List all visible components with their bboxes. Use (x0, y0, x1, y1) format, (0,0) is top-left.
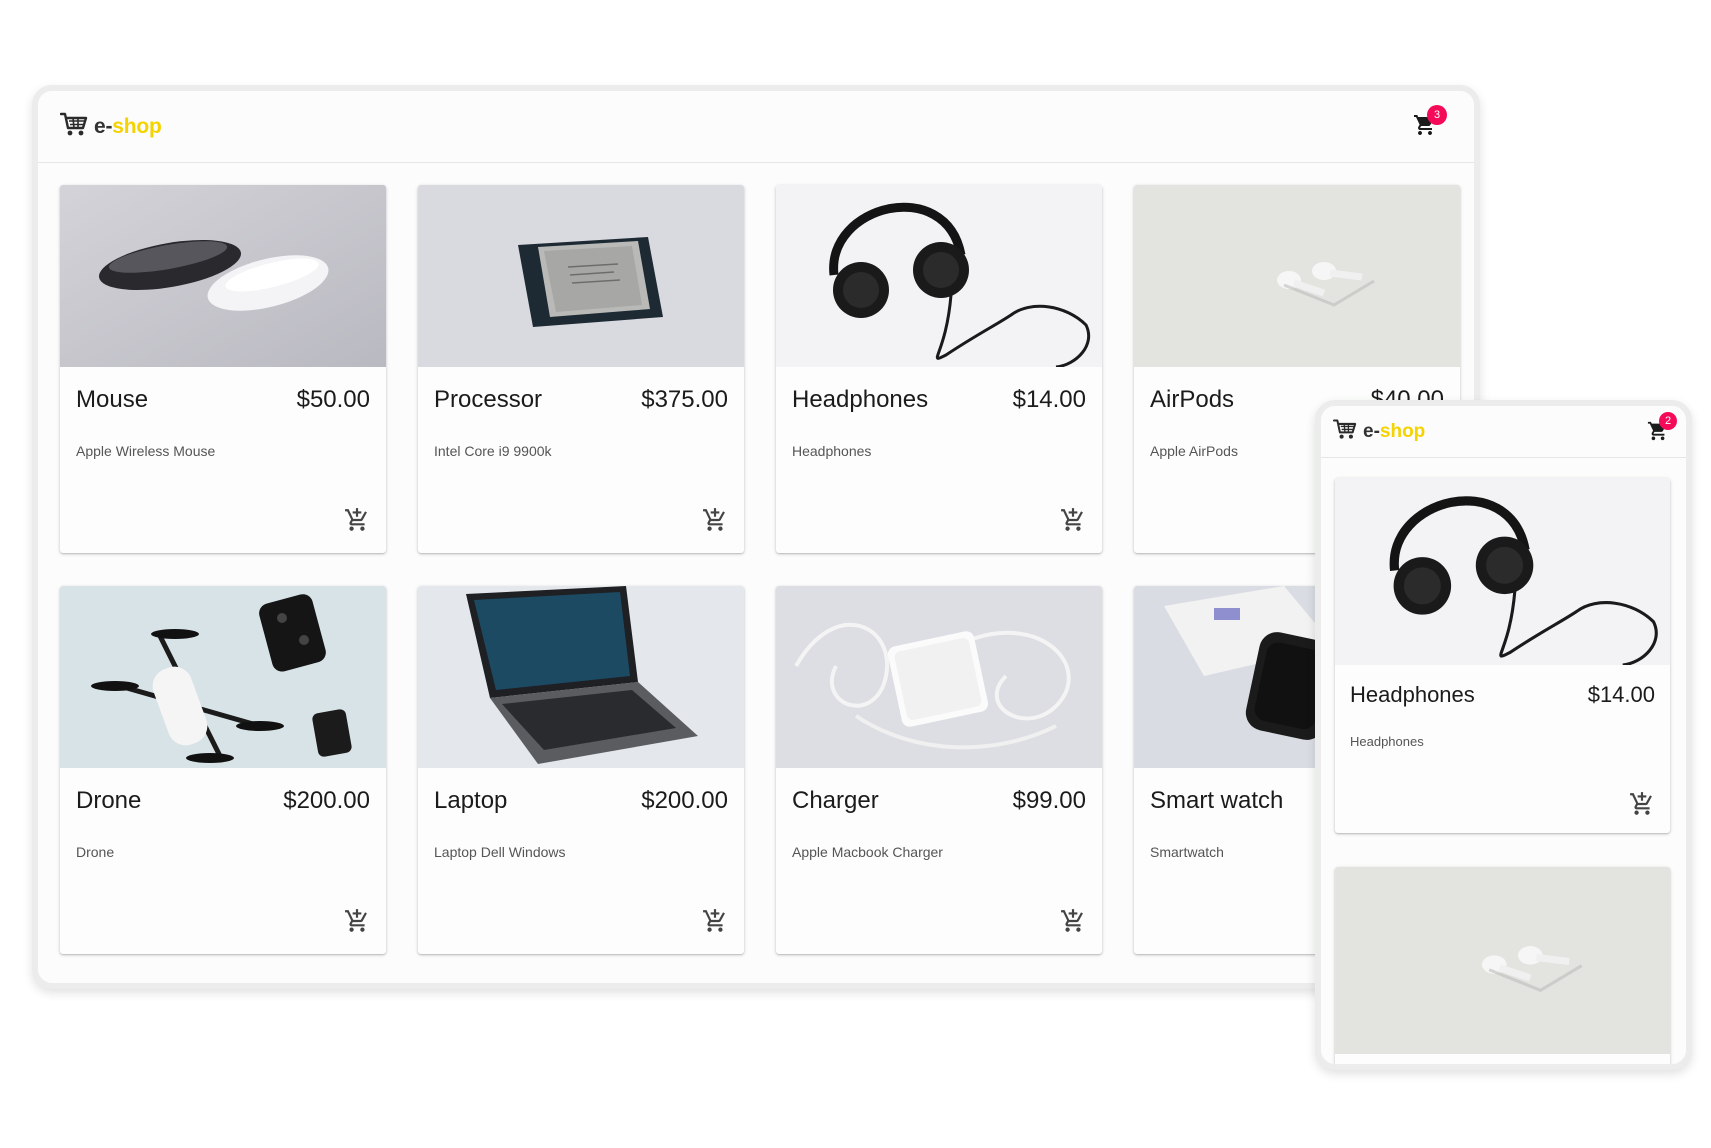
product-price: $50.00 (296, 386, 370, 413)
desktop-window: e-shop 3 Mouse $50.00 Apple Wireless Mou… (32, 85, 1480, 989)
add-to-cart-icon[interactable] (1629, 791, 1655, 817)
product-name: Laptop (434, 787, 508, 814)
brand-prefix: e- (1363, 420, 1380, 442)
product-description: Smartwatch (1150, 844, 1224, 860)
headphones-photo (776, 185, 1102, 367)
product-card[interactable]: Charger $99.00 Apple Macbook Charger (776, 586, 1102, 954)
add-to-cart-icon[interactable] (344, 507, 370, 533)
product-name: Headphones (1350, 682, 1475, 707)
add-to-cart-icon[interactable] (702, 908, 728, 934)
add-to-cart-icon[interactable] (1060, 507, 1086, 533)
product-description: Apple AirPods (1150, 443, 1238, 459)
product-description: Drone (76, 844, 115, 860)
product-card[interactable]: Mouse $50.00 Apple Wireless Mouse (60, 185, 386, 553)
charger-photo (776, 586, 1102, 768)
cart-count-badge: 3 (1427, 105, 1447, 125)
cart-icon (1647, 421, 1669, 446)
mobile-app-bar: e-shop 2 (1321, 406, 1686, 458)
drone-photo (60, 586, 386, 768)
product-price: $14.00 (1012, 386, 1086, 413)
shopping-cart-logo-icon (1332, 418, 1357, 445)
product-price: $200.00 (641, 787, 728, 814)
laptop-photo (418, 586, 744, 768)
mobile-brand-logo[interactable]: e-shop (1332, 418, 1425, 445)
product-description: Headphones (1350, 734, 1424, 749)
app-bar: e-shop 3 (38, 91, 1474, 163)
brand-logo[interactable]: e-shop (59, 111, 162, 142)
airpods-photo (1335, 867, 1670, 1054)
cart-button[interactable]: 3 (1413, 105, 1447, 143)
product-card[interactable]: Laptop $200.00 Laptop Dell Windows (418, 586, 744, 954)
product-name: Processor (434, 386, 543, 413)
add-to-cart-icon[interactable] (344, 908, 370, 934)
cart-icon (1413, 115, 1437, 141)
brand-suffix: shop (1379, 420, 1426, 442)
mouse-photo (60, 185, 386, 367)
product-price: $200.00 (283, 787, 370, 814)
product-card[interactable]: Drone $200.00 Drone (60, 586, 386, 954)
shopping-cart-logo-icon (59, 111, 88, 142)
mobile-window: e-shop 2 Headphones $14.00 Headphones (1315, 400, 1692, 1070)
airpods-photo (1134, 185, 1460, 367)
product-card[interactable]: Headphones $14.00 Headphones (1335, 478, 1670, 833)
product-price: $14.00 (1587, 682, 1655, 707)
product-card[interactable]: Processor $375.00 Intel Core i9 9900k (418, 185, 744, 553)
product-description: Intel Core i9 9900k (434, 443, 552, 459)
product-name: Smart watch (1150, 787, 1284, 814)
add-to-cart-icon[interactable] (1060, 908, 1086, 934)
processor-photo (418, 185, 744, 367)
brand-suffix: shop (112, 114, 162, 138)
brand-prefix: e- (94, 114, 113, 138)
product-card[interactable]: Headphones $14.00 Headphones (776, 185, 1102, 553)
product-price: $375.00 (641, 386, 728, 413)
product-description: Apple Wireless Mouse (76, 443, 216, 459)
product-name: Drone (76, 787, 142, 814)
product-name: AirPods (1150, 386, 1235, 413)
add-to-cart-icon[interactable] (702, 507, 728, 533)
mobile-cart-button[interactable]: 2 (1647, 412, 1677, 450)
headphones-photo (1335, 478, 1670, 665)
product-card[interactable] (1335, 867, 1670, 1064)
product-description: Headphones (792, 443, 872, 459)
product-price: $99.00 (1012, 787, 1086, 814)
product-name: Headphones (792, 386, 929, 413)
brand-name: e-shop (94, 115, 162, 139)
product-description: Apple Macbook Charger (792, 844, 943, 860)
product-name: Charger (792, 787, 879, 814)
product-description: Laptop Dell Windows (434, 844, 566, 860)
cart-count-badge: 2 (1659, 412, 1677, 430)
product-name: Mouse (76, 386, 149, 413)
brand-name: e-shop (1363, 421, 1425, 443)
